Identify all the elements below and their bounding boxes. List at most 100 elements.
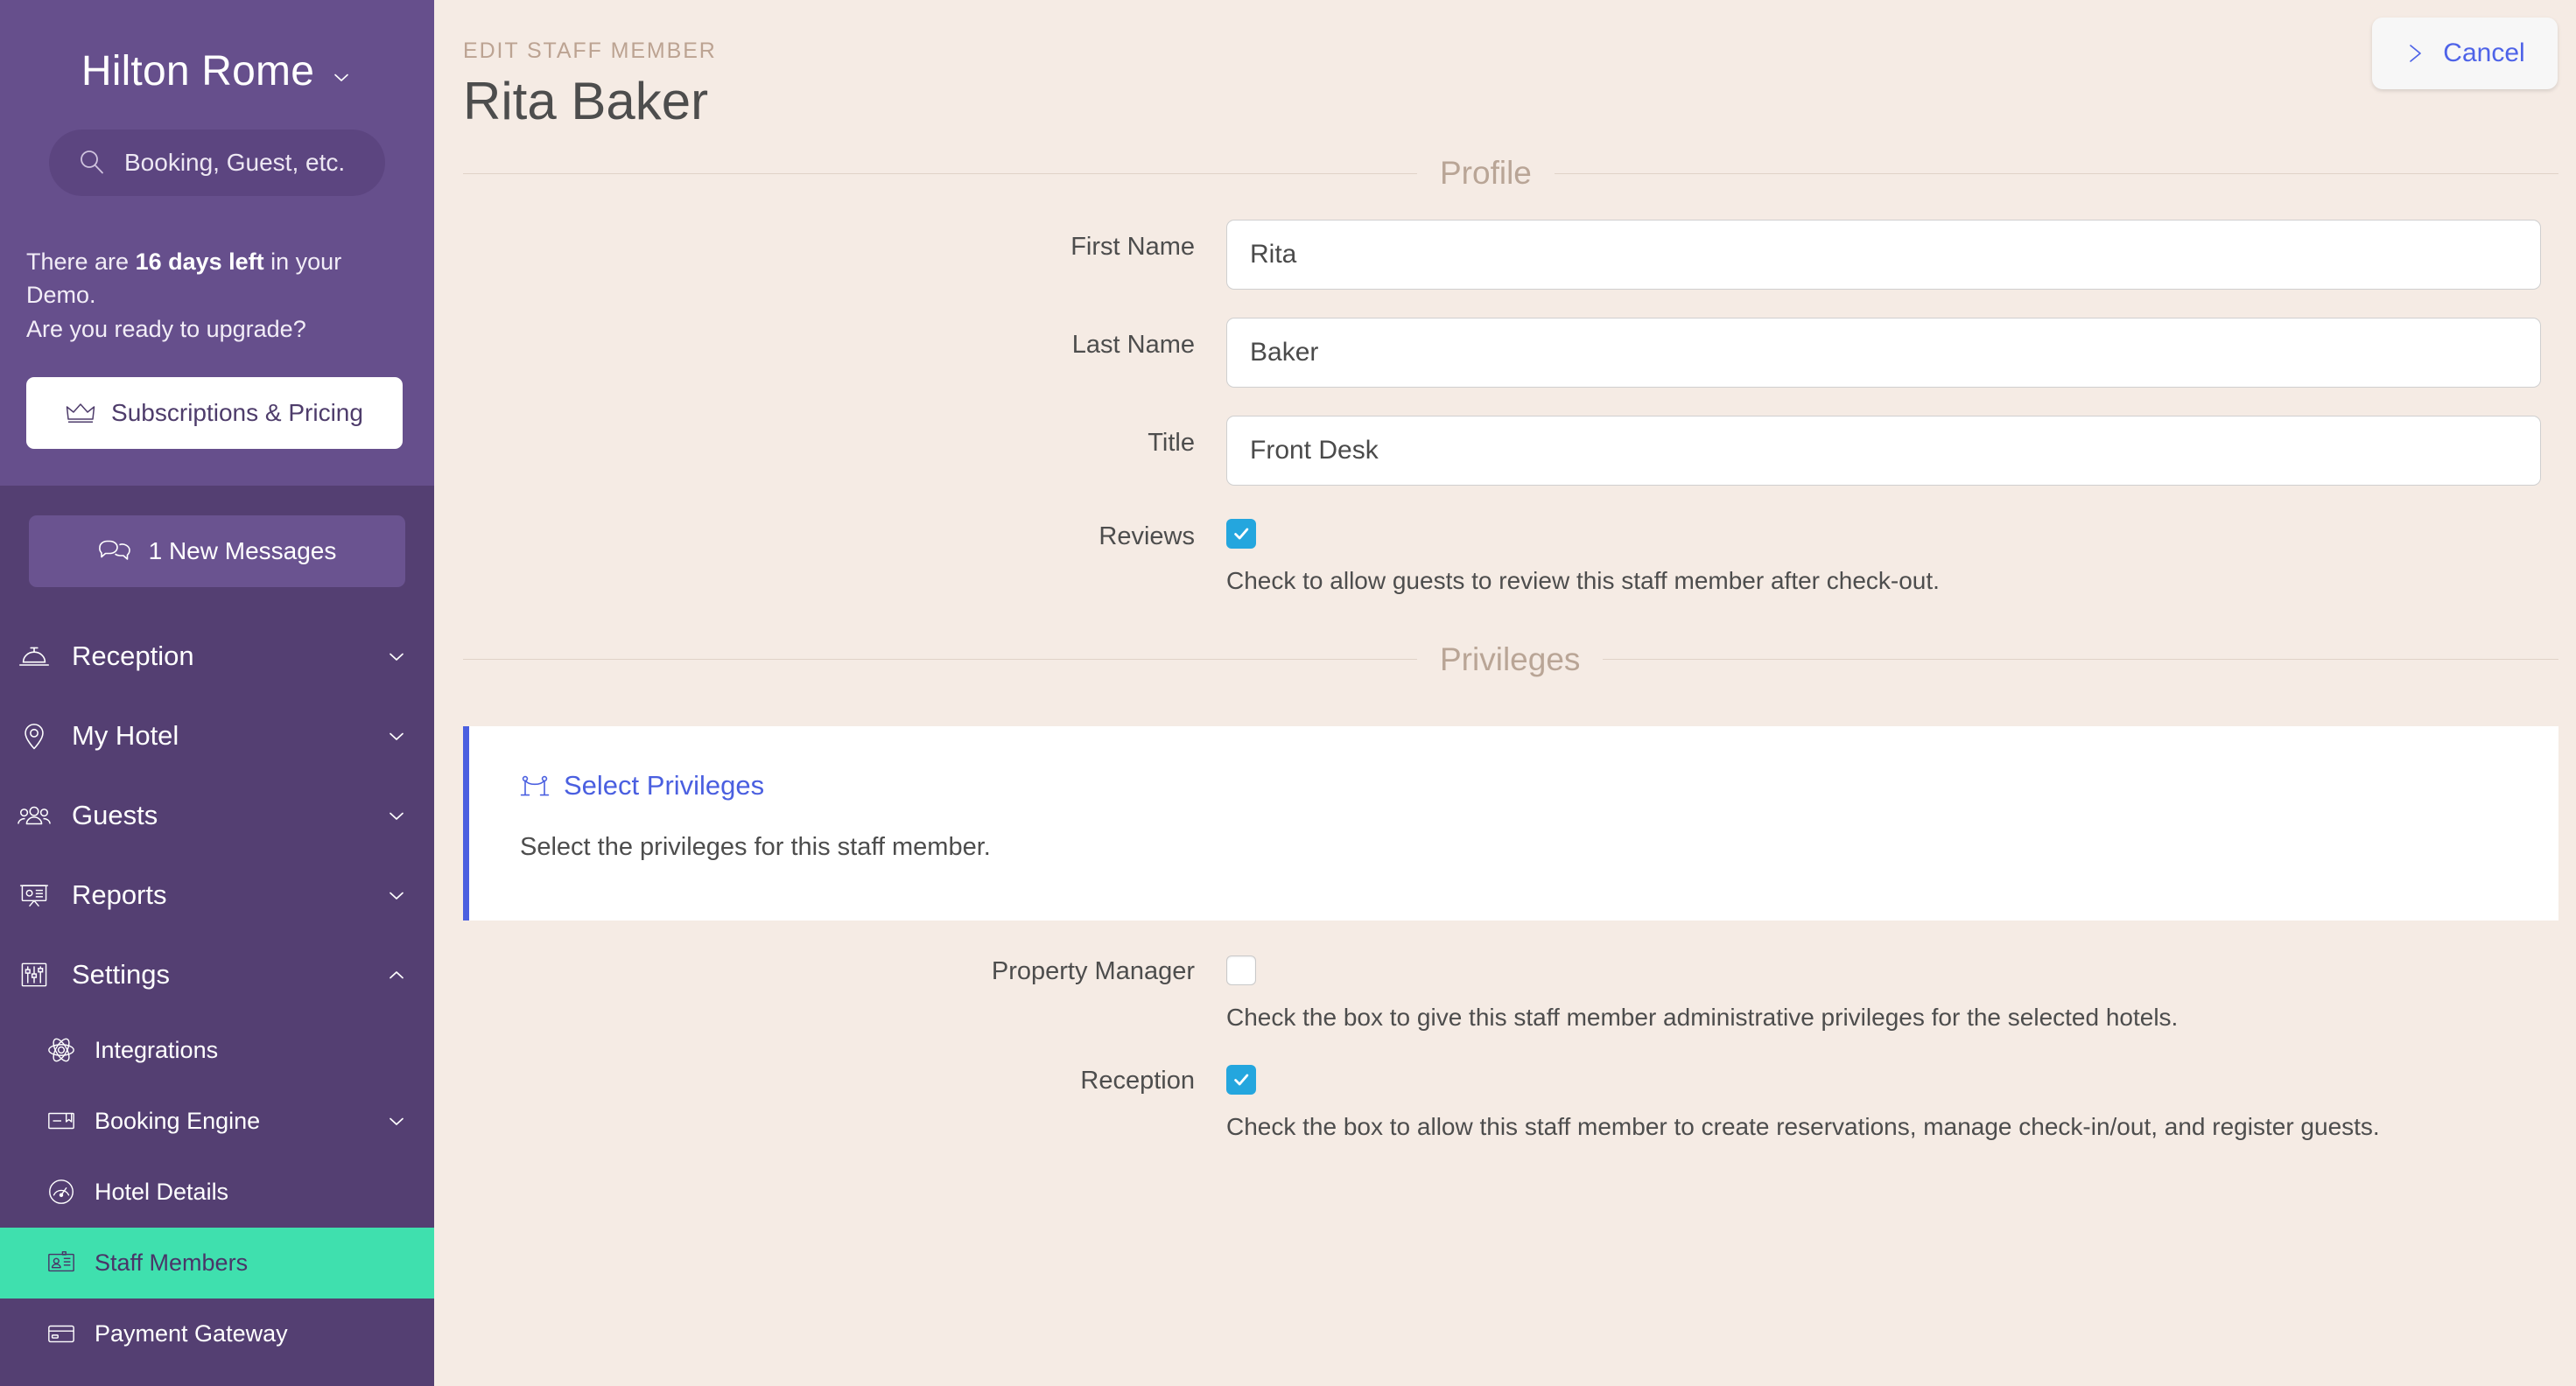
sidebar-item-label: Integrations (95, 1036, 219, 1063)
title-label: Title (1148, 429, 1195, 457)
sidebar-item-label: Hotel Details (95, 1178, 229, 1205)
title-control (1226, 416, 2558, 486)
reception-privilege-help-text: Check the box to allow this staff member… (1226, 1113, 2380, 1141)
property-manager-help-text: Check the box to give this staff member … (1226, 1003, 2179, 1031)
section-title-privileges: Privileges (1440, 640, 1581, 677)
field-row-last-name: Last Name (434, 318, 2558, 388)
reception-privilege-label: Reception (1080, 1067, 1195, 1096)
callout-heading: Select Privileges (520, 770, 2558, 802)
service-bell-icon (16, 638, 53, 675)
gauge-icon (46, 1176, 77, 1208)
crown-icon (66, 402, 95, 424)
sidebar-item-payment-gateway[interactable]: Payment Gateway (0, 1298, 434, 1369)
field-row-reviews: Reviews Check to allow guests to review … (434, 519, 2558, 596)
sidebar-item-my-hotel[interactable]: My Hotel (0, 696, 434, 776)
new-messages-label: 1 New Messages (148, 536, 337, 564)
people-icon (16, 797, 53, 834)
sidebar-item-staff-members[interactable]: Staff Members (0, 1227, 434, 1298)
page-header: EDIT STAFF MEMBER Rita Baker Cancel (434, 0, 2576, 130)
chevron-down-icon (385, 804, 408, 827)
last-name-label: Last Name (1071, 331, 1195, 359)
main-content: EDIT STAFF MEMBER Rita Baker Cancel Prof… (434, 0, 2576, 1386)
velvet-rope-icon (520, 771, 550, 801)
sidebar-item-guests[interactable]: Guests (0, 776, 434, 856)
id-badge-icon (46, 1247, 77, 1278)
sidebar-item-settings[interactable]: Settings (0, 935, 434, 1015)
reviews-label: Reviews (1098, 522, 1195, 550)
sidebar-item-reports[interactable]: Reports (0, 856, 434, 935)
subscriptions-pricing-label: Subscriptions & Pricing (111, 398, 363, 426)
reception-privilege-checkbox[interactable] (1226, 1065, 1256, 1096)
demo-days-left: 16 days left (135, 248, 264, 275)
callout-body-text: Select the privileges for this staff mem… (520, 832, 991, 861)
app-root: Hilton Rome Booking, Guest, etc. There a… (0, 0, 2576, 1386)
main-navigation: Reception My Hotel Guests Reports Settin… (0, 617, 434, 1369)
sliders-icon (16, 956, 53, 993)
cancel-button[interactable]: Cancel (2372, 18, 2558, 89)
sidebar-item-label: Booking Engine (95, 1107, 261, 1134)
sidebar-top-panel: Hilton Rome Booking, Guest, etc. There a… (0, 0, 434, 486)
last-name-input[interactable] (1226, 318, 2541, 388)
search-placeholder: Booking, Guest, etc. (124, 149, 346, 176)
reviews-checkbox[interactable] (1226, 519, 1256, 549)
search-icon (77, 148, 107, 178)
callout-title-text: Select Privileges (564, 769, 765, 801)
title-input[interactable] (1226, 416, 2541, 486)
sidebar-bottom-panel: 1 New Messages Reception My Hotel Guests… (0, 486, 434, 1369)
property-manager-label: Property Manager (991, 956, 1195, 985)
sidebar-item-reception[interactable]: Reception (0, 617, 434, 696)
field-row-property-manager: Property Manager Check the box to give t… (434, 955, 2558, 1032)
sidebar-item-booking-engine[interactable]: Booking Engine (0, 1086, 434, 1157)
property-manager-checkbox[interactable] (1226, 955, 1256, 985)
field-row-first-name: First Name (434, 220, 2558, 290)
subscriptions-pricing-button[interactable]: Subscriptions & Pricing (26, 376, 403, 449)
credit-card-icon (46, 1318, 77, 1349)
page-title: Rita Baker (463, 72, 709, 130)
sidebar-item-label: My Hotel (72, 720, 179, 752)
sidebar-item-label: Reports (72, 879, 167, 911)
select-privileges-callout: Select Privileges Select the privileges … (463, 725, 2558, 920)
section-divider-profile: Profile (434, 155, 2576, 192)
chevron-down-icon (385, 884, 408, 906)
first-name-label: First Name (1070, 233, 1195, 261)
chevron-right-icon (2404, 39, 2427, 67)
first-name-input[interactable] (1226, 220, 2541, 290)
sidebar-item-label: Settings (72, 959, 171, 990)
sidebar-item-label: Staff Members (95, 1249, 249, 1276)
brand-selector[interactable]: Hilton Rome (0, 0, 434, 93)
sidebar-item-label: Payment Gateway (95, 1320, 288, 1347)
field-row-reception-privilege: Reception Check the box to allow this st… (434, 1065, 2558, 1142)
reception-privilege-control: Check the box to allow this staff member… (1226, 1065, 2558, 1142)
divider-line-left (463, 172, 1417, 174)
divider-line-left (463, 659, 1417, 661)
booking-card-icon (46, 1105, 77, 1137)
section-divider-privileges: Privileges (434, 641, 2576, 678)
sidebar: Hilton Rome Booking, Guest, etc. There a… (0, 0, 434, 1386)
profile-form: First Name Last Name Title Reviews (434, 220, 2576, 596)
last-name-control (1226, 318, 2558, 388)
search-input[interactable]: Booking, Guest, etc. (49, 130, 385, 196)
new-messages-button[interactable]: 1 New Messages (29, 514, 405, 587)
brand-name: Hilton Rome (81, 48, 315, 94)
chevron-down-icon (330, 66, 353, 88)
chevron-down-icon (385, 1110, 408, 1132)
atom-icon (46, 1034, 77, 1066)
cancel-label: Cancel (2443, 38, 2525, 67)
reviews-control: Check to allow guests to review this sta… (1226, 519, 2558, 596)
privileges-form: Property Manager Check the box to give t… (434, 955, 2576, 1142)
sidebar-item-hotel-details[interactable]: Hotel Details (0, 1157, 434, 1228)
demo-line1-pre: There are (26, 248, 136, 275)
map-pin-icon (16, 718, 53, 754)
sidebar-item-label: Reception (72, 640, 194, 672)
section-title-profile: Profile (1440, 155, 1532, 191)
sidebar-item-label: Guests (72, 800, 158, 831)
divider-line-right (1603, 659, 2558, 661)
sidebar-item-integrations[interactable]: Integrations (0, 1015, 434, 1086)
first-name-control (1226, 220, 2558, 290)
chevron-down-icon (385, 724, 408, 747)
breadcrumb: EDIT STAFF MEMBER (463, 38, 717, 63)
chevron-up-icon (385, 963, 408, 986)
demo-line2: Are you ready to upgrade? (26, 315, 306, 342)
reviews-help-text: Check to allow guests to review this sta… (1226, 567, 1940, 594)
chevron-down-icon (385, 645, 408, 668)
